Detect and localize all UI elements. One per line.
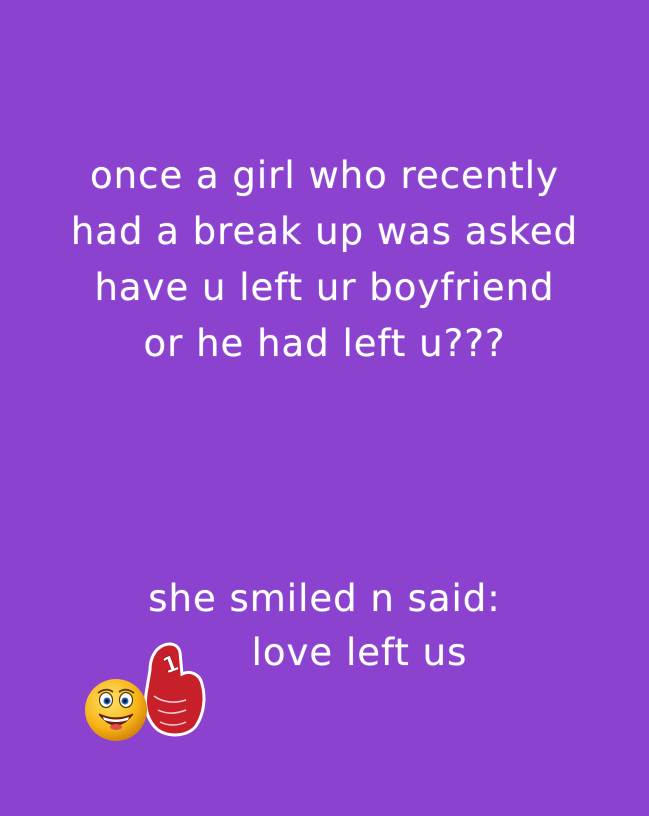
laughing-face-icon <box>85 679 147 741</box>
number-one-foam-finger-icon: 1 <box>144 642 206 737</box>
reply-line: she smiled n said: <box>148 577 501 620</box>
reply-line: love left us <box>251 631 468 674</box>
story-line: or he had left u??? <box>143 322 506 365</box>
reply-text: she smiled n said: love left us <box>0 572 649 680</box>
story-line: had a break up was asked <box>70 210 579 253</box>
story-text: once a girl who recently had a break up … <box>0 148 649 372</box>
story-line: once a girl who recently <box>90 154 559 197</box>
story-line: have u left ur boyfriend <box>94 266 555 309</box>
